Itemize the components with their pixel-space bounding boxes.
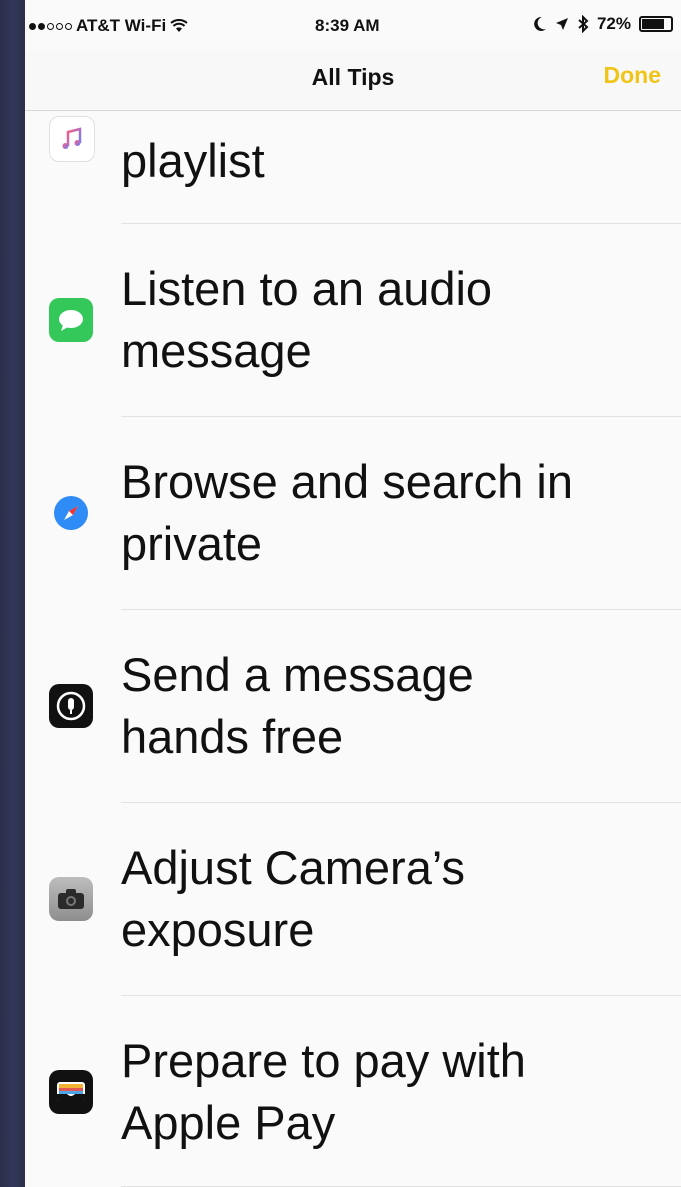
wifi-icon	[170, 19, 188, 32]
signal-strength-icon	[29, 22, 72, 30]
music-icon	[49, 116, 95, 162]
page-title: All Tips	[311, 64, 395, 90]
tip-label-line1: Adjust Camera’s	[121, 841, 465, 894]
battery-percent: 72%	[596, 14, 631, 33]
clock: 8:39 AM	[315, 16, 380, 35]
safari-icon	[49, 491, 93, 535]
tip-label-line2: hands free	[121, 710, 344, 763]
carrier-label: AT&T Wi-Fi	[76, 16, 167, 35]
list-item-audio-message[interactable]: Listen to an audio message	[25, 224, 681, 417]
done-button[interactable]: Done	[604, 62, 662, 89]
tip-label-line2: message	[121, 324, 312, 377]
list-item-apple-pay[interactable]: Prepare to pay with Apple Pay	[25, 996, 681, 1187]
tip-label-line1: Prepare to pay with	[121, 1034, 526, 1087]
bluetooth-icon	[578, 15, 589, 33]
tip-label-line2: Apple Pay	[121, 1096, 336, 1149]
battery-icon	[639, 16, 673, 32]
list-item-camera-exposure[interactable]: Adjust Camera’s exposure	[25, 803, 681, 996]
location-arrow-icon	[555, 18, 568, 30]
list-item-playlist[interactable]: playlist	[25, 110, 681, 224]
status-indicators: 72%	[533, 14, 673, 34]
phone-screen: AT&T Wi-Fi 8:39 AM 72% All Tips Done pla…	[25, 0, 681, 1187]
tip-label: playlist	[121, 134, 265, 187]
tip-label-line2: exposure	[121, 903, 315, 956]
camera-icon	[49, 877, 93, 921]
carrier-info: AT&T Wi-Fi	[29, 16, 188, 36]
tip-label-line2: private	[121, 517, 263, 570]
tip-label-line1: Listen to an audio	[121, 262, 493, 315]
list-item-private-browsing[interactable]: Browse and search in private	[25, 417, 681, 610]
messages-icon	[49, 298, 93, 342]
tip-label-line1: Browse and search in	[121, 455, 573, 508]
list-item-hands-free[interactable]: Send a message hands free	[25, 610, 681, 803]
tip-label-line1: Send a message	[121, 648, 474, 701]
wallet-icon	[49, 1070, 93, 1114]
moon-icon	[534, 16, 546, 31]
navigation-bar: All Tips Done	[25, 50, 681, 111]
status-bar: AT&T Wi-Fi 8:39 AM 72%	[25, 0, 681, 50]
siri-icon	[49, 684, 93, 728]
